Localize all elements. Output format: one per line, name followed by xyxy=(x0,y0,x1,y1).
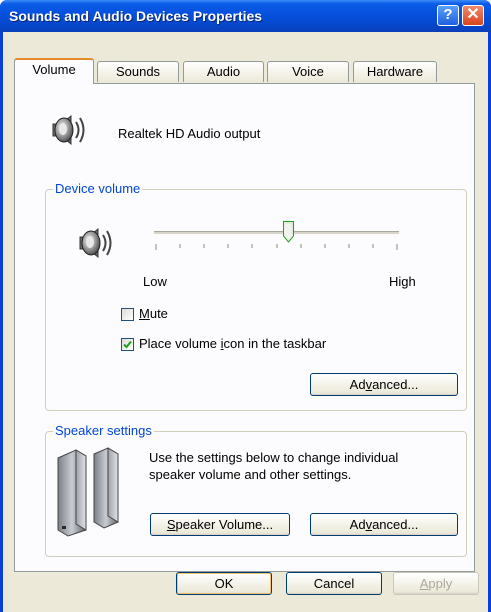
low-label: Low xyxy=(143,274,167,289)
description-line-2: speaker volume and other settings. xyxy=(149,467,352,482)
tab-hardware[interactable]: Hardware xyxy=(353,61,437,82)
cancel-button[interactable]: Cancel xyxy=(286,572,382,595)
tab-volume-label: Volume xyxy=(32,62,76,77)
volume-speaker-icon xyxy=(79,227,112,259)
tab-strip: Volume Sounds Audio Voice Hardware xyxy=(3,32,488,84)
slider-track xyxy=(154,231,399,234)
dialog-client: Volume Sounds Audio Voice Hardware Realt… xyxy=(3,32,488,612)
ok-label: OK xyxy=(214,576,234,591)
window-title: Sounds and Audio Devices Properties xyxy=(9,8,263,24)
ok-button[interactable]: OK xyxy=(176,572,272,595)
properties-window: Sounds and Audio Devices Properties ? ✕ … xyxy=(0,0,491,612)
device-volume-legend: Device volume xyxy=(53,181,143,196)
taskbar-icon-label[interactable]: Place volume icon in the taskbar xyxy=(139,336,326,351)
device-volume-group: Device volume Low High Mute Place volume… xyxy=(45,181,467,411)
tab-sounds-label: Sounds xyxy=(115,64,161,79)
tab-sounds[interactable]: Sounds xyxy=(97,61,179,82)
help-icon: ? xyxy=(443,6,453,23)
speaker-settings-group: Speaker settings Use the settings below … xyxy=(45,423,467,557)
speaker-icon xyxy=(52,114,85,146)
checkmark-icon xyxy=(123,340,132,349)
mute-label[interactable]: Mute xyxy=(139,306,168,321)
description-line-1: Use the settings below to change individ… xyxy=(149,450,399,465)
tab-audio-label: Audio xyxy=(206,64,241,79)
high-label: High xyxy=(389,274,416,289)
tab-volume[interactable]: Volume xyxy=(14,58,94,84)
tab-voice[interactable]: Voice xyxy=(267,61,349,82)
volume-slider[interactable] xyxy=(154,221,399,264)
taskbar-icon-checkbox[interactable] xyxy=(121,338,134,351)
tab-voice-label: Voice xyxy=(292,64,324,79)
close-button[interactable]: ✕ xyxy=(462,5,484,26)
cancel-label: Cancel xyxy=(313,576,355,591)
speakers-icon xyxy=(57,447,119,537)
speaker-settings-description: Use the settings below to change individ… xyxy=(149,449,459,483)
title-bar[interactable]: Sounds and Audio Devices Properties ? ✕ xyxy=(0,0,491,32)
device-name: Realtek HD Audio output xyxy=(118,126,261,141)
mute-checkbox[interactable] xyxy=(121,308,134,321)
speaker-settings-legend: Speaker settings xyxy=(53,423,154,438)
speaker-advanced-button[interactable]: Advanced... xyxy=(310,513,458,536)
device-advanced-button[interactable]: Advanced... xyxy=(310,373,458,396)
slider-ticks xyxy=(155,244,398,250)
tab-audio[interactable]: Audio xyxy=(183,61,264,82)
slider-thumb[interactable] xyxy=(283,221,294,243)
tab-hardware-label: Hardware xyxy=(366,64,424,79)
help-button[interactable]: ? xyxy=(437,5,459,26)
close-icon: ✕ xyxy=(466,6,480,23)
volume-panel: Realtek HD Audio output Device volume Lo… xyxy=(14,83,475,572)
speaker-volume-button[interactable]: Speaker Volume... xyxy=(150,513,290,536)
apply-button[interactable]: Apply xyxy=(393,572,479,595)
